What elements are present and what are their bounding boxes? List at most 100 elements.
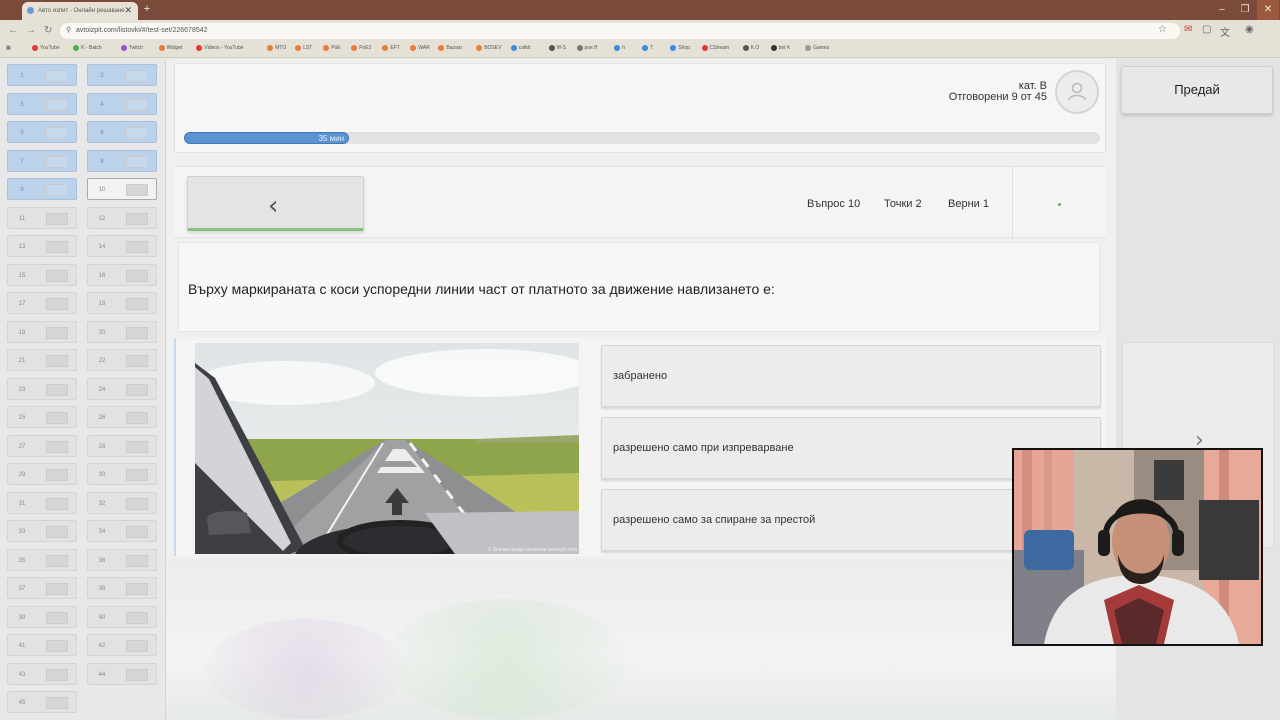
question-thumbnail [126,98,148,111]
question-nav-item-34[interactable]: 34 [87,520,157,542]
question-thumbnail [126,440,148,453]
question-nav-item-8[interactable]: 8 [87,149,157,172]
question-nav-item-32[interactable]: 32 [87,491,157,514]
question-points: Точки 2 [884,198,922,210]
bookmark-item[interactable]: K - Batch [73,45,102,51]
bookmark-label: PoE2 [359,45,372,52]
bookmark-item[interactable]: WAR [410,45,430,51]
question-nav-item-15[interactable]: 15 [7,263,77,286]
bookmark-item[interactable]: EFT [382,45,400,51]
question-nav-item-25[interactable]: 25 [7,406,77,428]
bookmark-item[interactable]: Bazaar [438,45,462,51]
site-info-icon[interactable]: ⚲ [66,26,71,34]
bookmark-item[interactable]: bot K [770,45,790,51]
question-nav-item-19[interactable]: 19 [7,320,77,343]
question-nav-item-18[interactable]: 18 [87,292,157,314]
question-nav-item-14[interactable]: 14 [87,235,157,257]
question-nav-item-7[interactable]: 7 [7,149,77,172]
bookmark-item[interactable]: Shop [670,45,690,51]
question-nav-item-35[interactable]: 35 [7,548,77,571]
question-nav-item-31[interactable]: 31 [7,491,77,514]
question-nav-item-17[interactable]: 17 [7,292,77,314]
window-restore-button[interactable]: ❐ [1234,0,1256,20]
question-number: Въпрос 10 [807,198,861,210]
question-nav-item-12[interactable]: 12 [87,206,157,229]
question-nav-item-42[interactable]: 42 [87,634,157,656]
question-nav-item-9[interactable]: 9 [7,178,77,200]
question-nav-item-2[interactable]: 2 [87,64,157,86]
question-nav-item-44[interactable]: 44 [87,662,157,685]
question-nav-item-4[interactable]: 4 [87,92,157,115]
bookmark-item[interactable]: poe.ff [576,45,597,51]
question-nav-number: 5 [20,130,24,136]
window-close-button[interactable]: ✕ [1257,0,1279,20]
window-minimize-button[interactable]: – [1211,0,1233,20]
question-nav-item-6[interactable]: 6 [87,121,157,143]
bookmark-item[interactable]: LST [295,45,312,51]
bookmark-item[interactable]: W-S [548,45,566,51]
submit-test-button[interactable]: Предай [1121,66,1273,114]
apps-icon[interactable]: ▦ [6,45,11,51]
bookmark-label: catkit [518,45,531,52]
question-nav-item-29[interactable]: 29 [7,463,77,485]
bookmark-item[interactable]: YouTube [32,45,60,51]
previous-question-button[interactable]: ‹ [187,176,364,231]
bookmark-item[interactable]: PoE2 [351,45,371,51]
user-avatar[interactable] [1055,70,1099,114]
bookmark-item[interactable]: h [614,45,625,51]
question-nav-item-10[interactable]: 10 [87,178,157,200]
question-nav-item-41[interactable]: 41 [7,634,77,656]
forward-arrow-icon[interactable]: → [26,25,36,36]
question-nav-item-38[interactable]: 38 [87,577,157,599]
browser-tab[interactable]: Авто изпит - Онлайн решаване ✕ [22,2,138,20]
question-nav-item-21[interactable]: 21 [7,349,77,371]
bookmark-item[interactable]: Widget [158,45,182,51]
test-main-area: кат. В Отговорени 9 от 45 35 мин ‹ Въпро… [166,59,1116,720]
bookmark-item[interactable]: K.O [742,45,759,51]
question-nav-item-24[interactable]: 24 [87,377,157,400]
question-nav-item-11[interactable]: 11 [7,206,77,229]
answer-option-1[interactable]: забранено [601,345,1101,407]
question-nav-item-1[interactable]: 1 [7,64,77,86]
question-nav-number: 16 [98,272,106,279]
tab-close-icon[interactable]: ✕ [124,5,132,16]
question-nav-item-39[interactable]: 39 [7,605,77,628]
question-nav-item-37[interactable]: 37 [7,577,77,599]
question-nav-item-26[interactable]: 26 [87,406,157,428]
bookmark-star-icon[interactable]: ☆ [1158,24,1167,35]
bookmark-item[interactable]: CStream [701,45,729,51]
question-nav-item-3[interactable]: 3 [7,92,77,115]
extension-gmail-icon[interactable]: ✉ [1184,24,1192,35]
bookmark-favicon-icon [382,45,389,51]
question-nav-item-20[interactable]: 20 [87,320,157,343]
bookmark-item[interactable]: catkit [510,45,531,52]
question-nav-item-33[interactable]: 33 [7,520,77,542]
question-nav-item-30[interactable]: 30 [87,463,157,485]
new-tab-button[interactable]: + [141,3,153,15]
question-nav-item-43[interactable]: 43 [7,662,77,685]
bookmark-item[interactable]: Twitch [120,45,143,51]
bookmark-item[interactable]: PoE [323,45,341,51]
question-nav-item-27[interactable]: 27 [7,434,77,457]
bookmark-item[interactable]: BOSEV [476,45,501,51]
answer-option-label: разрешено само за спиране за престой [613,514,816,526]
question-nav-item-45[interactable]: 45 [7,691,77,713]
reload-icon[interactable]: ↻ [44,25,52,36]
question-nav-item-5[interactable]: 5 [7,121,77,143]
question-nav-item-36[interactable]: 36 [87,548,157,571]
question-nav-item-13[interactable]: 13 [7,235,77,257]
extension-icon[interactable]: ▢ [1202,24,1211,35]
question-nav-item-23[interactable]: 23 [7,377,77,400]
bookmark-item[interactable]: Games [805,45,829,51]
bookmark-item[interactable]: T [642,45,653,51]
question-nav-item-28[interactable]: 28 [87,434,157,457]
question-nav-item-16[interactable]: 16 [87,263,157,286]
address-bar[interactable]: ⚲ avtoizpit.com/listovki/#/test-set/2266… [60,23,1180,39]
question-nav-item-22[interactable]: 22 [87,349,157,371]
back-arrow-icon[interactable]: ← [8,25,18,36]
bookmark-item[interactable]: MTO [267,45,286,51]
translate-icon[interactable]: 文 [1220,24,1230,39]
profile-menu-icon[interactable]: ◉ [1245,24,1254,35]
bookmark-item[interactable]: Videos - YouTube [196,45,244,51]
question-nav-item-40[interactable]: 40 [87,605,157,628]
